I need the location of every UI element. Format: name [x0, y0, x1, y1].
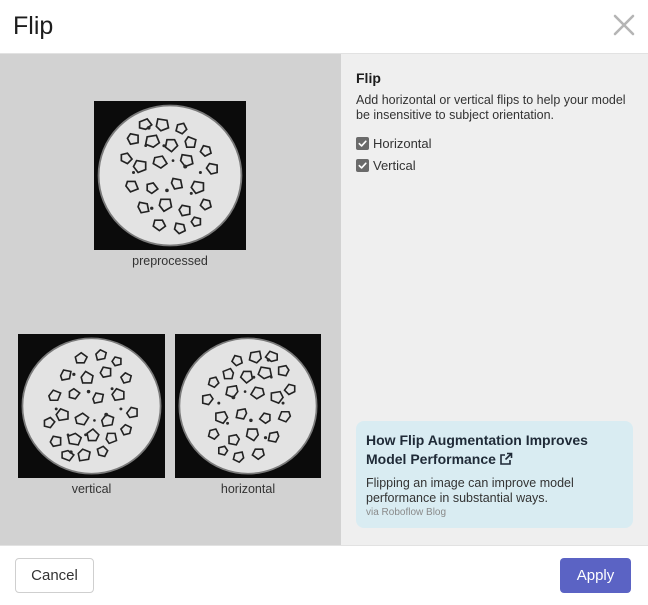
blog-card-source: via Roboflow Blog: [366, 507, 447, 518]
check-icon: [358, 139, 367, 147]
preprocessed-caption: preprocessed: [132, 254, 208, 268]
external-link-icon[interactable]: [499, 452, 513, 466]
cancel-button[interactable]: Cancel: [15, 558, 94, 593]
preprocessed-image: [94, 101, 246, 250]
blog-card[interactable]: How Flip Augmentation Improves Model Per…: [356, 421, 633, 528]
dialog-title: Flip: [13, 12, 54, 40]
horizontal-flip-image: [175, 334, 321, 478]
apply-button[interactable]: Apply: [560, 558, 631, 593]
dialog-header: Flip: [0, 0, 648, 54]
options-description: Add horizontal or vertical flips to help…: [356, 93, 626, 122]
horizontal-caption: horizontal: [220, 482, 276, 496]
vertical-caption: vertical: [71, 482, 112, 496]
vertical-flip-image: [18, 334, 165, 478]
close-icon[interactable]: [610, 10, 638, 40]
horizontal-checkbox[interactable]: [356, 136, 369, 150]
blog-card-title[interactable]: How Flip Augmentation Improves Model Per…: [366, 432, 588, 467]
blog-card-title-wrap[interactable]: How Flip Augmentation Improves Model Per…: [366, 431, 616, 469]
options-title: Flip: [356, 70, 381, 86]
vertical-checkbox-row[interactable]: Vertical: [356, 157, 416, 173]
horizontal-label: Horizontal: [373, 135, 432, 151]
check-icon: [358, 161, 367, 169]
blog-card-body: Flipping an image can improve model perf…: [366, 476, 574, 505]
horizontal-checkbox-row[interactable]: Horizontal: [356, 135, 432, 151]
dialog-footer: Cancel Apply: [0, 545, 648, 605]
vertical-label: Vertical: [373, 157, 416, 173]
vertical-checkbox[interactable]: [356, 158, 369, 172]
